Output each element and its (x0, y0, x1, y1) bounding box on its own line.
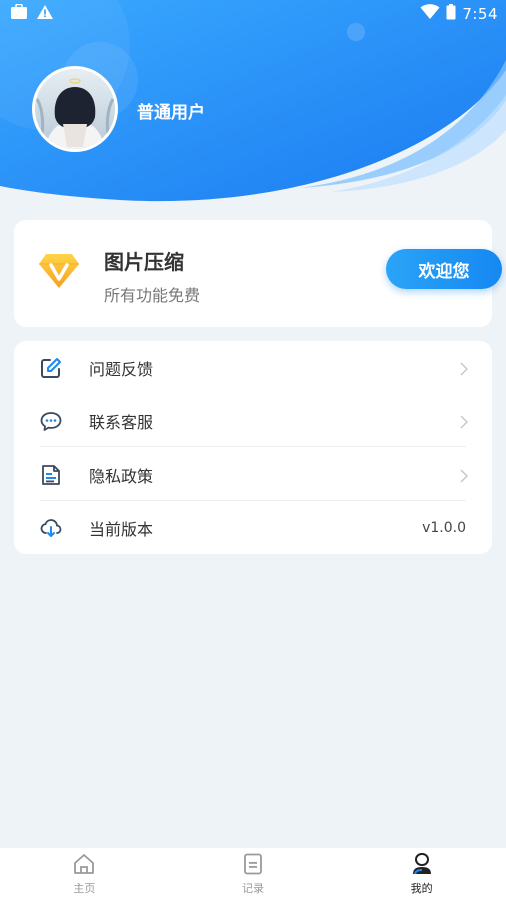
warning-icon (36, 4, 54, 24)
briefcase-icon (10, 3, 28, 24)
nav-tab-home[interactable]: 主页 (0, 848, 169, 900)
menu-item-label: 隐私政策 (89, 466, 154, 486)
chevron-right-icon (460, 361, 469, 380)
version-value: v1.0.0 (422, 519, 466, 536)
document-icon (40, 464, 62, 486)
avatar-image (35, 69, 115, 149)
divider (40, 446, 466, 447)
app-subtitle: 所有功能免费 (104, 286, 201, 305)
home-icon (73, 853, 95, 875)
menu-item-label: 当前版本 (89, 519, 154, 539)
nav-label: 记录 (242, 882, 264, 895)
nav-tab-records[interactable]: 记录 (169, 848, 338, 900)
welcome-button[interactable]: 欢迎您 (386, 249, 502, 289)
status-bar: 7:54 (0, 0, 506, 28)
nav-label: 主页 (73, 882, 96, 895)
nav-label: 我的 (410, 882, 433, 895)
nav-tab-profile[interactable]: 我的 (337, 848, 506, 900)
menu-item-label: 问题反馈 (89, 359, 154, 379)
status-time: 7:54 (462, 5, 498, 23)
username: 普通用户 (137, 103, 205, 123)
chat-icon (40, 410, 62, 432)
app-title: 图片压缩 (104, 250, 184, 274)
vip-diamond-icon (38, 252, 80, 294)
avatar[interactable] (32, 66, 118, 152)
battery-icon (446, 4, 456, 24)
menu-item-label: 联系客服 (89, 412, 154, 432)
menu-item-privacy-policy[interactable]: 隐私政策 (14, 448, 492, 501)
record-icon (242, 853, 264, 875)
menu-item-customer-service[interactable]: 联系客服 (14, 394, 492, 447)
cloud-download-icon (40, 517, 62, 539)
wifi-icon (420, 4, 440, 24)
settings-menu: 问题反馈 联系客服 隐私政策 当前版本 v1.0.0 (14, 341, 492, 554)
profile-header: 7:54 普通用户 (0, 0, 506, 210)
edit-icon (40, 357, 62, 379)
chevron-right-icon (460, 414, 469, 433)
bottom-navigation: 主页 记录 我的 (0, 848, 506, 900)
profile-icon (411, 853, 433, 875)
chevron-right-icon (460, 468, 469, 487)
menu-item-version: 当前版本 v1.0.0 (14, 501, 492, 554)
app-info-card: 图片压缩 所有功能免费 欢迎您 (14, 220, 502, 327)
menu-item-feedback[interactable]: 问题反馈 (14, 341, 492, 394)
